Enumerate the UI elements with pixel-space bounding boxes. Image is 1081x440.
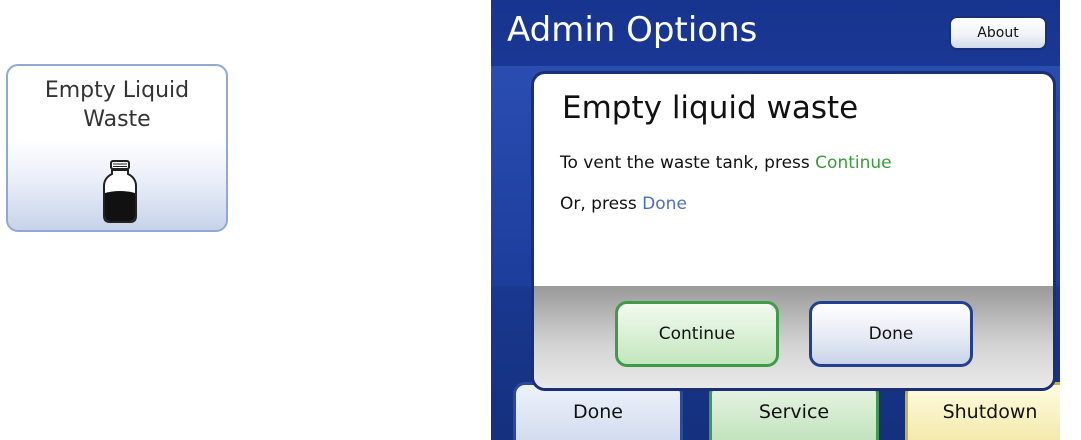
continue-keyword: Continue	[815, 153, 892, 173]
tile-label-line1: Empty Liquid	[44, 78, 190, 103]
screen-title: Admin Options	[507, 10, 758, 50]
done-button[interactable]: Done	[809, 301, 973, 367]
instruction-text: Or, press	[560, 194, 643, 214]
empty-liquid-waste-dialog: Empty liquid waste To vent the waste tan…	[531, 71, 1056, 391]
done-keyword: Done	[642, 194, 687, 214]
tile-label: Empty Liquid Waste	[8, 76, 226, 134]
tile-label-line2: Waste	[83, 107, 151, 132]
about-button[interactable]: About	[949, 16, 1047, 50]
continue-button[interactable]: Continue	[615, 301, 779, 367]
admin-options-screen: Admin Options About Done Service Shutdow…	[491, 0, 1060, 440]
dialog-title: Empty liquid waste	[562, 90, 859, 126]
instruction-text: To vent the waste tank, press	[560, 153, 816, 173]
dialog-button-bar: Continue Done	[534, 286, 1053, 388]
empty-liquid-waste-tile[interactable]: Empty Liquid Waste	[6, 64, 228, 232]
jar-icon	[103, 160, 137, 223]
dialog-instruction-continue: To vent the waste tank, press Continue	[560, 151, 892, 175]
dialog-instruction-done: Or, press Done	[560, 192, 687, 216]
